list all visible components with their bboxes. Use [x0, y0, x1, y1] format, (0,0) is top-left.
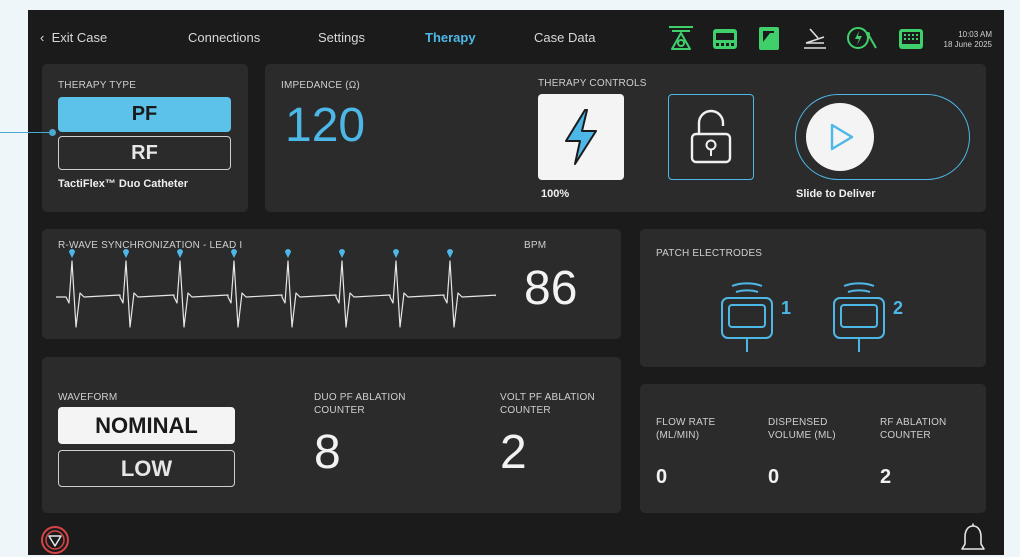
- bpm-label: BPM: [524, 240, 547, 251]
- outer-frame-right: [1004, 0, 1020, 557]
- flow-rate-label: FLOW RATE (ML/MIN): [656, 417, 716, 441]
- volt-pf-counter-label: VOLT PF ABLATION COUNTER: [500, 392, 595, 416]
- waveform-label: WAVEFORM: [58, 392, 118, 403]
- clock-time: 10:03 AM: [958, 30, 992, 39]
- dispensed-volume-label: DISPENSED VOLUME (ML): [768, 417, 836, 441]
- outer-frame-left: [0, 0, 28, 557]
- callout-dot: [49, 129, 56, 136]
- r-wave-marker: [285, 249, 291, 258]
- catheter-name: TactiFlex™ Duo Catheter: [58, 178, 188, 190]
- r-wave-marker: [177, 249, 183, 258]
- duo-pf-counter-label: DUO PF ABLATION COUNTER: [314, 392, 406, 416]
- rf-ablation-counter-label: RF ABLATION COUNTER: [880, 417, 947, 441]
- r-wave-marker: [231, 249, 237, 258]
- patch-electrodes-panel: PATCH ELECTRODES 1 2: [640, 229, 986, 367]
- ecg-waveform: [56, 249, 496, 328]
- pump-icon: [759, 27, 779, 50]
- r-wave-marker: [69, 249, 75, 258]
- r-wave-marker: [123, 249, 129, 258]
- power-level: 100%: [541, 188, 570, 200]
- therapy-type-panel: THERAPY TYPE PF RF TactiFlex™ Duo Cathet…: [42, 64, 248, 212]
- tab-settings[interactable]: Settings: [318, 30, 365, 45]
- ecg-panel: R-WAVE SYNCHRONIZATION - LEAD I BPM 86: [42, 229, 621, 339]
- r-wave-marker: [339, 249, 345, 258]
- monitor-icon: [899, 29, 923, 49]
- outer-frame-top: [0, 0, 1020, 10]
- rf-ablation-counter-value: 2: [880, 466, 892, 488]
- patch-electrode-1-number: 1: [781, 298, 792, 318]
- clock-date: 18 June 2025: [943, 40, 993, 49]
- play-icon: [830, 123, 854, 151]
- slide-to-deliver-slider[interactable]: [795, 94, 970, 180]
- impedance-value: 120: [285, 99, 366, 152]
- unlock-icon: [690, 109, 732, 164]
- exit-case-button[interactable]: ‹ Exit Case: [40, 30, 107, 45]
- bell-icon[interactable]: [960, 523, 986, 555]
- therapy-type-label: THERAPY TYPE: [58, 80, 137, 91]
- catheter-icon: [669, 26, 693, 50]
- therapy-controls-label: THERAPY CONTROLS: [538, 78, 647, 89]
- rf-button[interactable]: RF: [58, 136, 231, 170]
- low-button[interactable]: LOW: [58, 450, 235, 487]
- r-wave-marker: [393, 249, 399, 258]
- power-button[interactable]: [538, 94, 624, 180]
- connection-icon: [847, 27, 877, 49]
- slide-to-deliver-label: Slide to Deliver: [796, 188, 876, 200]
- pedal-icon: [804, 28, 826, 49]
- tab-case-data[interactable]: Case Data: [534, 30, 595, 45]
- lightning-icon: [565, 109, 597, 165]
- top-bar: ‹ Exit Case Connections Settings Therapy…: [28, 10, 1004, 62]
- generator-icon: [713, 29, 737, 49]
- tab-therapy[interactable]: Therapy: [425, 30, 476, 45]
- slider-knob[interactable]: [806, 103, 874, 171]
- patch-electrode-2-icon: [833, 282, 885, 352]
- unlock-button[interactable]: [668, 94, 754, 180]
- tab-connections[interactable]: Connections: [188, 30, 260, 45]
- irrigation-panel: FLOW RATE (ML/MIN) 0 DISPENSED VOLUME (M…: [640, 384, 986, 513]
- flow-rate-value: 0: [656, 466, 668, 488]
- dispensed-volume-value: 0: [768, 466, 780, 488]
- nominal-button[interactable]: NOMINAL: [58, 407, 235, 444]
- waveform-panel: WAVEFORM NOMINAL LOW DUO PF ABLATION COU…: [42, 357, 621, 513]
- clock: 10:03 AM 18 June 2025: [944, 30, 993, 50]
- patch-electrodes-label: PATCH ELECTRODES: [656, 248, 763, 259]
- bpm-value: 86: [524, 262, 578, 315]
- patch-electrode-1-icon: [721, 282, 773, 352]
- impedance-label: IMPEDANCE (Ω): [281, 80, 360, 91]
- exit-case-label: Exit Case: [51, 30, 108, 45]
- patch-electrode-2-number: 2: [893, 298, 904, 318]
- impedance-controls-panel: IMPEDANCE (Ω) 120 THERAPY CONTROLS 100%: [265, 64, 986, 212]
- emergency-stop-icon[interactable]: [40, 525, 70, 555]
- therapy-screen: ‹ Exit Case Connections Settings Therapy…: [28, 10, 1004, 555]
- volt-pf-counter-value: 2: [500, 426, 527, 479]
- duo-pf-counter-value: 8: [314, 426, 341, 479]
- r-wave-marker: [447, 249, 453, 258]
- chevron-left-icon: ‹: [40, 30, 52, 45]
- pf-button[interactable]: PF: [58, 97, 231, 132]
- callout-line: [0, 132, 52, 133]
